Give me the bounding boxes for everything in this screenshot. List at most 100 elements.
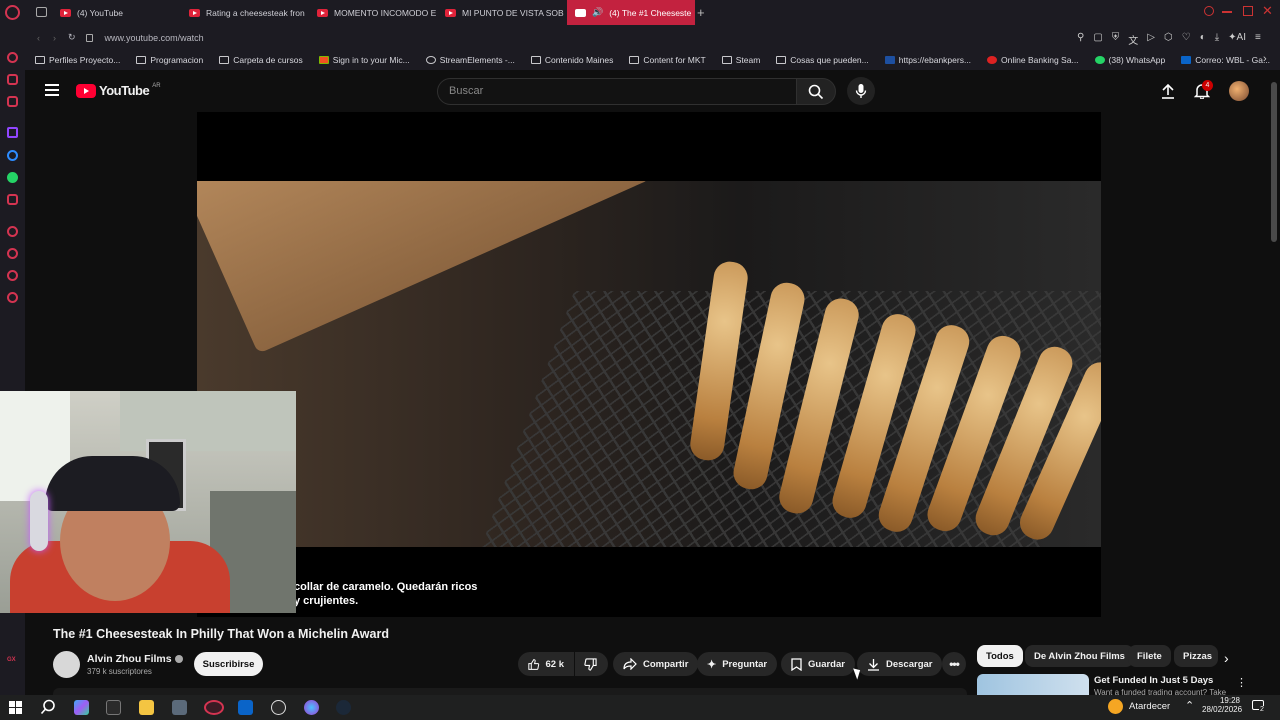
pin-icon[interactable]: ⚲ (1077, 32, 1084, 47)
download-button[interactable]: Descargar (857, 652, 943, 676)
close-window-button[interactable]: ✕ (1262, 3, 1273, 19)
snapshot-icon[interactable]: ▢ (1093, 32, 1102, 47)
translate-icon[interactable]: 文 (1128, 32, 1138, 47)
player-sidebar-icon[interactable] (7, 270, 18, 281)
channel-name[interactable]: Alvin Zhou Films (87, 653, 183, 665)
minimize-button[interactable] (1222, 11, 1232, 13)
twitch-icon[interactable] (7, 127, 18, 138)
new-tab-button[interactable]: + (697, 5, 705, 20)
bookmark-item[interactable]: Sign in to your Mic... (318, 55, 410, 65)
hamburger-menu-icon[interactable] (45, 84, 59, 96)
recommendation-thumbnail[interactable] (977, 674, 1089, 695)
share-button[interactable]: Compartir (613, 652, 699, 676)
opera-gx-icon[interactable] (204, 700, 224, 715)
play-icon[interactable]: ▷ (1147, 32, 1155, 47)
lock-icon (85, 33, 93, 42)
mail-sidebar-icon[interactable] (7, 96, 18, 107)
url-field[interactable]: www.youtube.com/watch (105, 33, 204, 43)
tv-sidebar-icon[interactable] (7, 74, 18, 85)
chip-todos[interactable]: Todos (977, 645, 1023, 667)
settings-sidebar-icon[interactable] (7, 292, 18, 303)
messenger-icon[interactable] (7, 150, 18, 161)
forward-button[interactable]: › (53, 33, 56, 43)
bookmark-item[interactable]: StreamElements -... (425, 55, 515, 65)
save-button[interactable]: Guardar (781, 652, 855, 676)
search-input[interactable]: Buscar (437, 78, 797, 105)
recommendation-title[interactable]: Get Funded In Just 5 Days (1094, 675, 1213, 686)
tab-active-cheesesteak[interactable]: 🔊 (4) The #1 Cheeseste (567, 0, 695, 25)
browser-logo-icon[interactable] (5, 5, 20, 20)
chips-next-chevron-icon[interactable]: › (1224, 650, 1229, 666)
more-actions-button[interactable]: ••• (942, 652, 966, 676)
recommendation-menu-icon[interactable]: ⋮ (1236, 676, 1247, 689)
vpn-sidebar-icon[interactable] (7, 226, 18, 237)
bank-icon (884, 56, 895, 64)
voice-search-button[interactable] (847, 77, 875, 105)
tab-mi-punto-de-vista[interactable]: MI PUNTO DE VISTA SOB (437, 0, 565, 25)
video-player[interactable] (197, 112, 1101, 617)
download-icon[interactable]: ⤓ (1215, 32, 1219, 47)
bookmark-item[interactable]: Cosas que pueden... (776, 55, 869, 65)
steam-icon[interactable] (336, 700, 351, 715)
outlook-icon[interactable] (238, 700, 253, 715)
instagram-icon[interactable] (7, 194, 18, 205)
terminal-icon[interactable] (106, 700, 121, 715)
windows-start-icon[interactable] (9, 701, 22, 714)
upload-button[interactable] (1161, 83, 1175, 99)
messenger-sidebar-icon[interactable] (7, 52, 18, 63)
user-avatar[interactable] (1229, 81, 1249, 101)
gx-icon[interactable]: GX (7, 657, 16, 663)
bookmark-item[interactable]: Carpeta de cursos (219, 55, 303, 65)
description-box[interactable] (53, 688, 967, 695)
reload-button[interactable]: ↻ (68, 32, 76, 43)
bookmark-item[interactable]: https://ebankpers... (884, 55, 971, 65)
bookmark-item[interactable]: Content for MKT (629, 55, 706, 65)
bookmarks-overflow-chevron-icon[interactable]: › (1263, 53, 1267, 65)
like-button[interactable]: 62 k (518, 652, 574, 676)
page-scrollbar[interactable] (1271, 82, 1277, 242)
taskbar-search-button[interactable] (40, 699, 56, 715)
copilot-icon[interactable] (74, 700, 89, 715)
dislike-button[interactable] (575, 652, 608, 676)
app-icon[interactable] (304, 700, 319, 715)
whatsapp-icon[interactable] (7, 172, 18, 183)
chip-filete[interactable]: Filete (1128, 645, 1171, 667)
calculator-icon[interactable] (172, 700, 187, 715)
bookmark-item[interactable]: (38) WhatsApp (1094, 55, 1165, 65)
bookmark-item[interactable]: Online Banking Sa... (987, 55, 1079, 65)
obs-icon[interactable] (271, 700, 286, 715)
tab-momento-incomodo[interactable]: MOMENTO INCOMODO E (309, 0, 437, 25)
tab-youtube[interactable]: (4) YouTube (52, 0, 180, 25)
channel-avatar[interactable] (53, 651, 80, 678)
bookmark-item[interactable]: Programacion (136, 55, 203, 65)
bookmark-item[interactable]: Contenido Maines (530, 55, 613, 65)
subscribe-button[interactable]: Suscribirse (194, 652, 263, 676)
chip-channel[interactable]: De Alvin Zhou Films (1025, 645, 1134, 667)
ask-button[interactable]: ✦ Preguntar (697, 652, 778, 676)
notifications-button[interactable]: 4 (1194, 80, 1213, 99)
search-tabs-icon[interactable] (1204, 6, 1214, 16)
maximize-button[interactable] (1243, 6, 1253, 16)
microphone-icon (855, 84, 867, 98)
shield-icon[interactable]: ⛨ (1112, 32, 1120, 47)
cube-icon[interactable]: ⬡ (1164, 32, 1173, 47)
search-button[interactable] (796, 78, 836, 105)
taskbar-clock[interactable]: 19:28 28/02/2026 (1202, 696, 1242, 714)
bookmark-item[interactable]: Perfiles Proyecto... (35, 55, 120, 65)
profile-icon[interactable]: ◐ (1200, 32, 1206, 47)
weather-label[interactable]: Atardecer (1129, 701, 1170, 712)
tab-overview-icon[interactable] (36, 7, 47, 17)
tab-rating-cheesesteak[interactable]: Rating a cheesesteak fron (181, 0, 309, 25)
history-sidebar-icon[interactable] (7, 248, 18, 259)
heart-icon[interactable]: ♡ (1182, 32, 1191, 47)
youtube-logo[interactable]: YouTube AR (76, 83, 161, 98)
recommendation-snippet: Want a funded trading account? Take (1094, 688, 1227, 695)
tray-chevron-icon[interactable]: ⌃ (1185, 699, 1194, 712)
menu-icon[interactable]: ≡ (1255, 32, 1261, 47)
bookmark-item[interactable]: Steam (721, 55, 760, 65)
chip-pizzas[interactable]: Pizzas (1174, 645, 1218, 667)
file-explorer-icon[interactable] (139, 700, 154, 715)
ai-icon[interactable]: ✦AI (1228, 32, 1246, 47)
bookmark-item[interactable]: Correo: WBL - Ga... (1181, 55, 1270, 65)
back-button[interactable]: ‹ (37, 33, 40, 43)
